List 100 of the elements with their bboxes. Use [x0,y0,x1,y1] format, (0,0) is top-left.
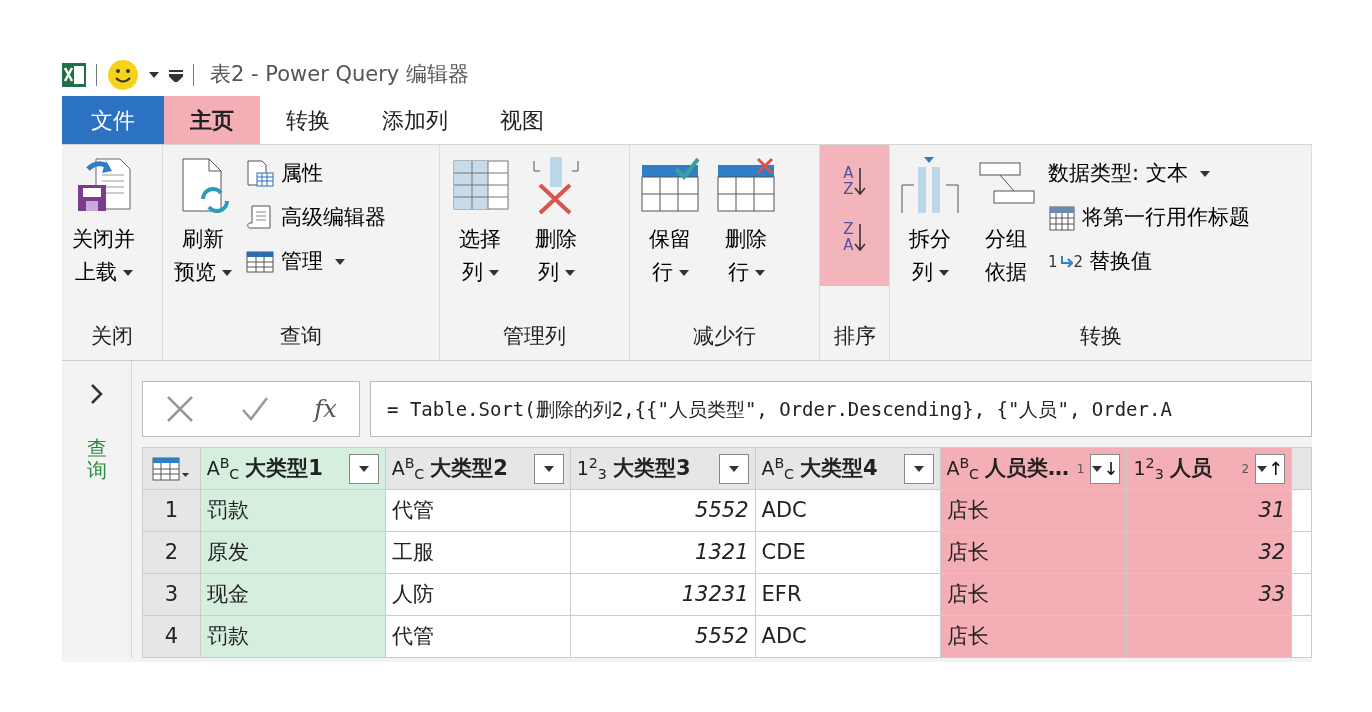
sort-index: 2 [1241,460,1250,478]
file-tab[interactable]: 文件 [62,96,164,144]
sort-index: 1 [1076,460,1085,478]
table-cell: 13231 [570,573,756,616]
caret-icon [358,465,369,472]
caret-icon [938,270,949,276]
ribbon-button[interactable]: 关闭并 上载 [68,155,139,316]
table-cell: 33 [1126,573,1292,616]
group-label: 查询 [279,323,323,350]
ribbon-button[interactable]: 选择 列 [446,155,514,316]
column-header[interactable]: A$^{B}$$_{C}$ 人员类… 1 ↓ [940,447,1127,490]
caret-icon[interactable] [149,72,159,78]
sort-button[interactable]: A Z [839,155,870,207]
queries-pane-label[interactable]: 查询 [86,437,107,481]
digit-label: 2 [1073,251,1084,273]
table-cell: 31 [1126,489,1292,532]
ribbon-button[interactable]: 高级编辑器 [245,199,386,237]
expand-chevron-icon[interactable] [89,383,104,405]
row-number[interactable]: 2 [142,531,201,574]
group-label: 减少行 [692,323,757,350]
properties-icon [245,159,275,189]
table-cell: 店长 [940,531,1127,574]
column-header[interactable]: A$^{B}$$_{C}$ 大类型2 [385,447,571,490]
caret-icon [335,259,345,265]
split-column-icon [900,155,960,215]
ribbon-button[interactable]: 分组 依据 [972,155,1040,316]
grid-checkmark-icon [640,155,700,215]
group-label: 关闭 [90,323,134,350]
column-header[interactable]: A$^{B}$$_{C}$ 大类型4 [755,447,941,490]
table-menu-icon[interactable] [152,455,191,482]
table-cell: 罚款 [200,489,386,532]
group-label: 排序 [832,323,877,350]
table-cell: 32 [1126,531,1292,574]
table-cell: 店长 [940,489,1127,532]
function-button[interactable]: fx [314,391,337,427]
ribbon-tab[interactable]: 主页 [164,96,260,144]
table-cell: 罚款 [200,615,386,658]
ribbon-tab[interactable]: 视图 [474,96,570,144]
sort-button[interactable]: Z A [839,211,870,263]
caret-icon [1199,171,1210,177]
filter-button[interactable] [348,453,379,484]
ribbon-tab[interactable]: 转换 [260,96,356,144]
table-cell: 人防 [385,573,571,616]
customize-menu-icon[interactable] [169,68,183,82]
table-cell: 店长 [940,615,1127,658]
filter-button[interactable] [903,453,934,484]
calendar-grid-icon [1048,204,1076,232]
caret-icon [543,465,554,472]
smiley-icon[interactable] [107,59,139,91]
down-arrow-icon [853,222,866,252]
caret-icon [754,270,765,276]
ribbon-button[interactable]: 数据类型: 文本 [1048,155,1250,193]
ribbon-button[interactable]: 删除 行 [712,155,780,316]
hook-arrow-icon [1058,255,1073,269]
caret-icon [1092,465,1103,472]
filter-button[interactable]: ↑ [1255,453,1286,484]
table-cell: 5552 [570,615,756,658]
caret-icon [488,270,499,276]
column-header[interactable]: 1$^{2}$$_{3}$ 人员 2 ↑ [1126,447,1292,490]
table-cell: 5552 [570,489,756,532]
down-arrow-icon [853,166,866,196]
table-cell: 代管 [385,615,571,658]
spreadsheet-logo-icon[interactable] [62,61,86,89]
table-cell: CDE [755,531,941,574]
ribbon-button[interactable]: 管理 [245,243,386,281]
ribbon-button[interactable]: 将第一行用作标题 [1048,199,1250,237]
ribbon-button[interactable]: 拆分 列 [896,155,964,316]
caret-icon [728,465,739,472]
ribbon-button[interactable]: 删除 列 [522,155,590,316]
caret-icon [122,270,133,276]
table-cell: ADC [755,615,941,658]
ribbon-tab[interactable]: 添加列 [356,96,474,144]
ribbon-button[interactable]: 保留 行 [636,155,704,316]
row-number[interactable]: 3 [142,573,201,616]
table-cell: EFR [755,573,941,616]
group-label: 转换 [1078,323,1123,350]
caret-icon [913,465,924,472]
table-cell: 代管 [385,489,571,532]
filter-button[interactable] [533,453,564,484]
close-icon[interactable] [165,394,196,424]
ribbon-button[interactable]: 属性 [245,155,386,193]
formula-field[interactable]: = Table.Sort(删除的列2,{{"人员类型", Order.Descending}, {"人员", Order.A [370,381,1312,437]
ribbon-button[interactable]: 1 2 替换值 [1048,243,1250,281]
filter-button[interactable] [718,453,749,484]
caret-icon [222,270,232,276]
caret-icon [564,270,575,276]
grid-delete-icon [716,155,776,215]
column-header[interactable]: 1$^{2}$$_{3}$ 大类型3 [570,447,756,490]
row-number[interactable]: 4 [142,615,201,658]
window-title: 表2 - Power Query 编辑器 [210,61,469,89]
table-cell: 工服 [385,531,571,574]
ribbon-button[interactable]: 刷新 预览 [169,155,237,316]
table-cell: 店长 [940,573,1127,616]
group-label: 管理列 [502,323,567,350]
column-header[interactable]: A$^{B}$$_{C}$ 大类型1 [200,447,386,490]
filter-button[interactable]: ↓ [1090,453,1121,484]
table-cell: 现金 [200,573,386,616]
table-cell: ADC [755,489,941,532]
row-number[interactable]: 1 [142,489,201,532]
table-cell: 1321 [570,531,756,574]
